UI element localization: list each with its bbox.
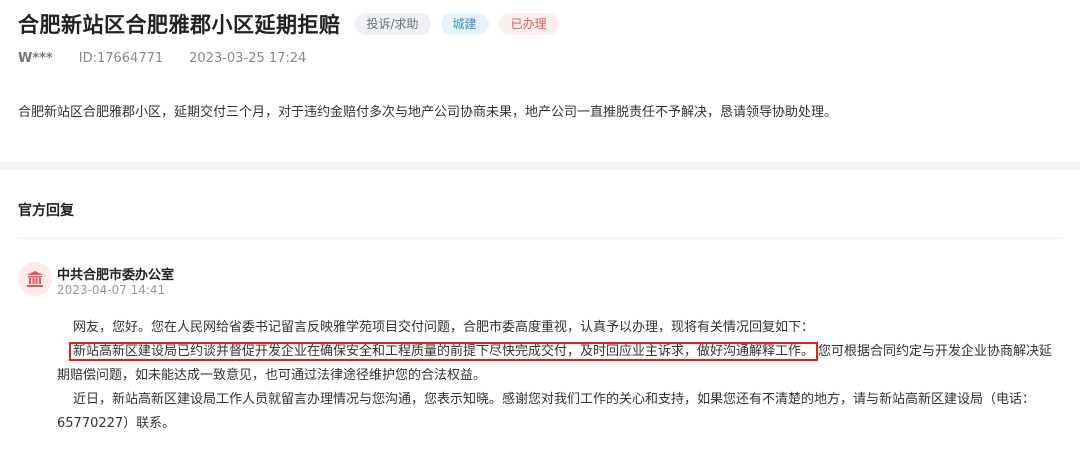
reply-paragraph-1: 网友，您好。您在人民网给省委书记留言反映雅学苑项目交付问题，合肥市委高度重视，认… (73, 320, 815, 335)
post-content: 合肥新站区合肥雅郡小区，延期交付三个月，对于违约金赔付多次与地产公司协商未果，地… (18, 105, 838, 120)
post-meta: W*** ID:17664771 2023-03-25 17:24 (18, 51, 306, 66)
post-title: 合肥新站区合肥雅郡小区延期拒赔 (18, 13, 341, 37)
section-divider (0, 162, 1080, 170)
tag-list: 投诉/求助 城建 已办理 (354, 13, 559, 35)
tag-status: 已办理 (498, 13, 559, 35)
reply-body: 网友，您好。您在人民网给省委书记留言反映雅学苑项目交付问题，合肥市委高度重视，认… (57, 316, 1062, 436)
reply-paragraph-3: 近日，新站高新区建设局工作人员就留言办理情况与您沟通，您表示知晓。感谢您对我们工… (57, 392, 1036, 431)
reply-paragraph-2: 新站高新区建设局已约谈并督促开发企业在确保安全和工程质量的前提下尽快完成交付，及… (57, 340, 1062, 388)
post-time: 2023-03-25 17:24 (189, 51, 307, 66)
post-author: W*** (18, 51, 53, 66)
reply-section-title: 官方回复 (18, 203, 74, 219)
tag-category[interactable]: 城建 (440, 13, 489, 35)
government-building-icon (18, 262, 52, 296)
post-header: 合肥新站区合肥雅郡小区延期拒赔 投诉/求助 城建 已办理 (18, 10, 1062, 38)
reply-time: 2023-04-07 14:41 (57, 283, 166, 297)
highlighted-text: 新站高新区建设局已约谈并督促开发企业在确保安全和工程质量的前提下尽快完成交付，及… (69, 342, 819, 361)
tag-type[interactable]: 投诉/求助 (354, 13, 431, 35)
reply-divider (18, 238, 1062, 239)
reply-org-name: 中共合肥市委办公室 (57, 268, 175, 283)
post-id: ID:17664771 (78, 51, 164, 66)
